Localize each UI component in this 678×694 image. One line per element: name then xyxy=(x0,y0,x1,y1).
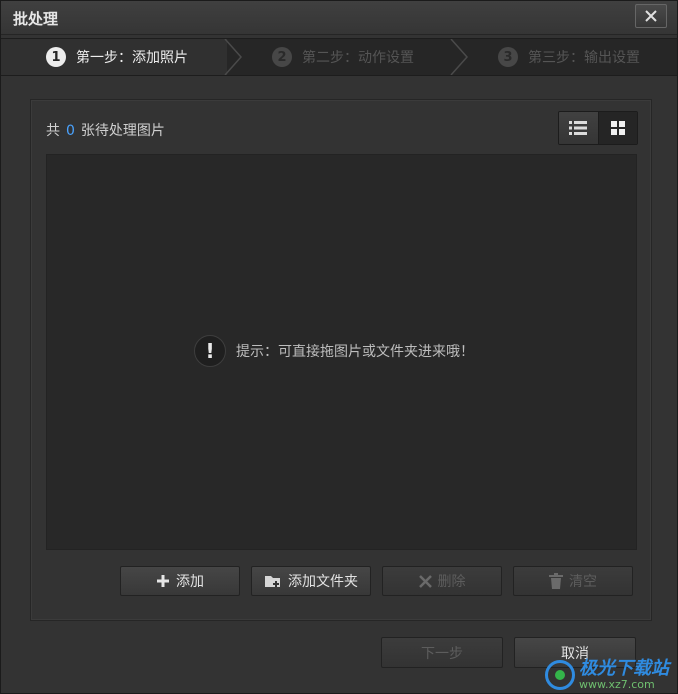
step-3-label: 第三步：输出设置 xyxy=(528,50,640,66)
step-1: 1 第一步：添加照片 xyxy=(46,39,188,75)
watermark-title: 极光下载站 xyxy=(579,658,669,680)
step-indicator: 1 第一步：添加照片 2 第二步：动作设置 3 第三步：输出设置 xyxy=(1,38,677,76)
batch-process-window: 批处理 1 第一步：添加照片 2 第二步：动作设置 3 第三步：输出设置 共 0… xyxy=(0,0,678,694)
pending-count: 0 xyxy=(66,123,75,139)
step-separator-icon xyxy=(450,39,469,75)
watermark-logo-icon xyxy=(545,660,575,691)
delete-x-icon xyxy=(418,574,432,588)
pending-count-label: 共 0 张待处理图片 xyxy=(46,120,165,140)
next-step-label: 下一步 xyxy=(421,645,463,662)
image-list-panel: 共 0 张待处理图片 ! 提示：可直接拖图片或文件夹进来哦！ 添加 添加文件夹 … xyxy=(30,99,652,621)
add-folder-button-label: 添加文件夹 xyxy=(288,574,358,590)
add-button[interactable]: 添加 xyxy=(120,566,240,596)
exclamation-icon: ! xyxy=(194,335,226,367)
plus-icon xyxy=(157,575,169,587)
grid-view-button[interactable] xyxy=(597,112,637,144)
title-bar: 批处理 xyxy=(1,1,677,35)
image-actions: 添加 添加文件夹 删除 清空 xyxy=(120,566,633,596)
image-drop-area[interactable]: ! 提示：可直接拖图片或文件夹进来哦！ xyxy=(46,154,637,550)
step-2-label: 第二步：动作设置 xyxy=(302,50,414,66)
clear-button[interactable]: 清空 xyxy=(513,566,633,596)
list-view-icon xyxy=(569,121,588,135)
delete-button-label: 删除 xyxy=(437,574,466,590)
view-toggle xyxy=(558,111,638,145)
add-folder-icon xyxy=(265,576,280,587)
grid-view-icon xyxy=(610,121,625,135)
drop-hint: ! 提示：可直接拖图片或文件夹进来哦！ xyxy=(194,335,474,367)
step-2: 2 第二步：动作设置 xyxy=(272,39,414,75)
site-watermark: 极光下载站 www.xz7.com xyxy=(545,659,669,691)
delete-button[interactable]: 删除 xyxy=(382,566,502,596)
drop-hint-text: 提示：可直接拖图片或文件夹进来哦！ xyxy=(236,344,474,360)
close-button[interactable] xyxy=(635,4,667,28)
step-separator-icon xyxy=(224,39,243,75)
next-step-button[interactable]: 下一步 xyxy=(381,637,503,668)
step-1-number: 1 xyxy=(46,47,66,67)
clear-button-label: 清空 xyxy=(569,574,597,590)
step-1-label: 第一步：添加照片 xyxy=(76,50,188,66)
trash-icon xyxy=(549,573,563,589)
close-icon xyxy=(645,10,657,22)
step-2-number: 2 xyxy=(272,47,292,67)
add-button-label: 添加 xyxy=(176,574,204,590)
step-3-number: 3 xyxy=(498,47,518,67)
window-title: 批处理 xyxy=(13,10,59,28)
add-folder-button[interactable]: 添加文件夹 xyxy=(251,566,371,596)
step-3: 3 第三步：输出设置 xyxy=(498,39,640,75)
watermark-url: www.xz7.com xyxy=(579,677,655,691)
count-prefix: 共 xyxy=(46,123,60,139)
count-suffix: 张待处理图片 xyxy=(80,123,165,139)
list-view-button[interactable] xyxy=(559,112,598,144)
